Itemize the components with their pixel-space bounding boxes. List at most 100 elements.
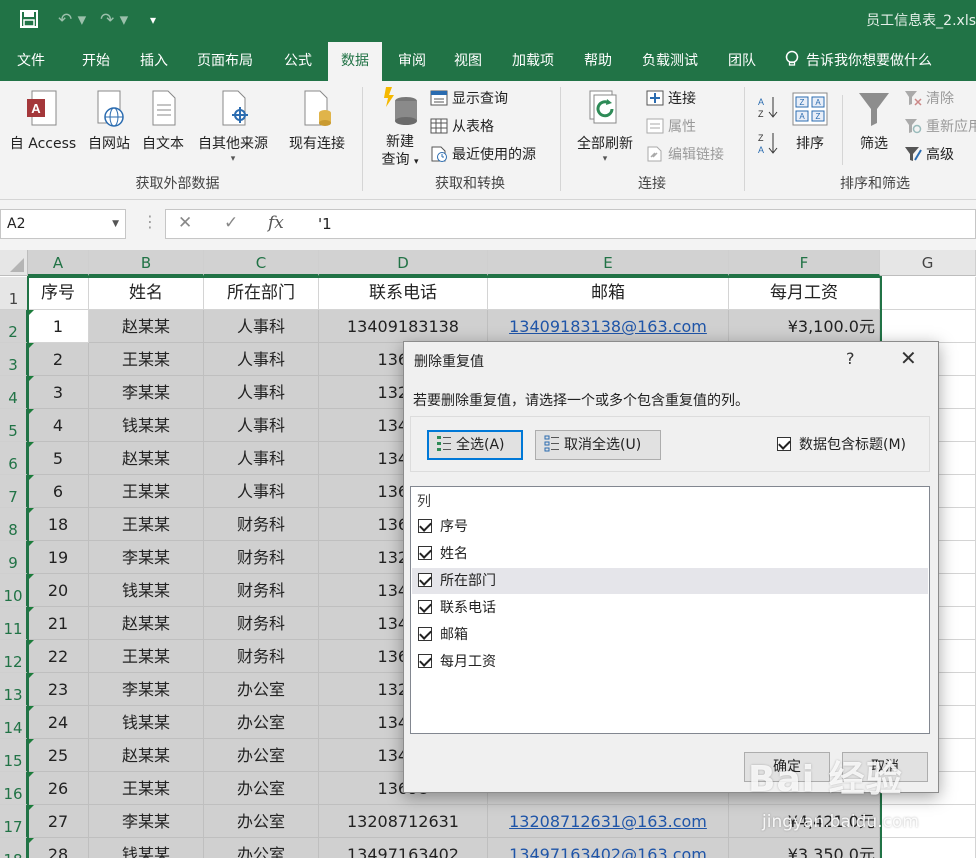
table-cell[interactable]: 办公室	[204, 673, 319, 706]
table-cell[interactable]: 李某某	[89, 805, 204, 838]
row-header[interactable]: 3	[0, 343, 28, 376]
table-cell[interactable]: 13208712631@163.com	[488, 805, 729, 838]
from-web-button[interactable]: 自网站	[84, 89, 134, 153]
recent-sources-button[interactable]: 最近使用的源	[430, 144, 536, 166]
table-cell[interactable]: 人事科	[204, 442, 319, 475]
table-cell[interactable]: 28	[28, 838, 89, 858]
from-text-button[interactable]: 自文本	[138, 89, 188, 153]
header-cell[interactable]: 所在部门	[204, 277, 319, 310]
from-access-button[interactable]: A 自 Access	[8, 89, 78, 153]
tab-page-layout[interactable]: 页面布局	[186, 42, 264, 81]
connections-button[interactable]: 连接	[646, 88, 696, 110]
table-cell[interactable]: 2	[28, 343, 89, 376]
table-cell[interactable]: 办公室	[204, 739, 319, 772]
header-cell[interactable]: 序号	[28, 277, 89, 310]
row-header[interactable]: 17	[0, 805, 28, 838]
column-list-item[interactable]: 邮箱	[412, 622, 928, 648]
table-cell[interactable]: 19	[28, 541, 89, 574]
table-cell[interactable]: 3	[28, 376, 89, 409]
row-header[interactable]: 14	[0, 706, 28, 739]
tab-formulas[interactable]: 公式	[270, 42, 326, 81]
table-cell[interactable]: 6	[28, 475, 89, 508]
save-icon[interactable]	[20, 10, 38, 33]
tab-review[interactable]: 审阅	[386, 42, 438, 81]
table-cell[interactable]: 王某某	[89, 343, 204, 376]
table-cell[interactable]: 13208712631	[319, 805, 488, 838]
properties-button[interactable]: 属性	[646, 116, 696, 138]
table-cell[interactable]: 钱某某	[89, 838, 204, 858]
edit-links-button[interactable]: 编辑链接	[646, 144, 724, 166]
table-cell[interactable]	[880, 838, 976, 858]
advanced-filter-button[interactable]: 高级	[904, 144, 954, 166]
chevron-down-icon[interactable]: ▼	[112, 210, 119, 238]
table-cell[interactable]: 钱某某	[89, 574, 204, 607]
table-cell[interactable]: 人事科	[204, 409, 319, 442]
table-cell[interactable]: 13497163402	[319, 838, 488, 858]
table-cell[interactable]	[880, 277, 976, 310]
row-header[interactable]: 13	[0, 673, 28, 706]
table-cell[interactable]	[880, 310, 976, 343]
checkbox-checked-icon[interactable]	[418, 600, 432, 614]
sort-button[interactable]: ZAAZ 排序	[788, 89, 832, 153]
column-list-item[interactable]: 联系电话	[412, 595, 928, 621]
tab-file[interactable]: 文件	[6, 42, 56, 81]
new-query-button[interactable]: 新建 查询 ▾	[374, 85, 426, 171]
table-cell[interactable]: 财务科	[204, 541, 319, 574]
header-cell[interactable]: 姓名	[89, 277, 204, 310]
tell-me-box[interactable]: 告诉我你想要做什么	[784, 42, 974, 81]
table-cell[interactable]: 20	[28, 574, 89, 607]
tab-view[interactable]: 视图	[442, 42, 494, 81]
table-cell[interactable]: 财务科	[204, 574, 319, 607]
checkbox-checked-icon[interactable]	[418, 546, 432, 560]
table-cell[interactable]: 1	[28, 310, 89, 343]
existing-connections-button[interactable]: 现有连接	[284, 89, 350, 153]
checkbox-checked-icon[interactable]	[418, 654, 432, 668]
tab-data[interactable]: 数据	[328, 42, 382, 81]
row-header[interactable]: 11	[0, 607, 28, 640]
table-cell[interactable]: 25	[28, 739, 89, 772]
table-cell[interactable]: ¥3,100.0元	[729, 310, 880, 343]
row-header[interactable]: 15	[0, 739, 28, 772]
columns-listbox[interactable]: 列 序号 姓名 所在部门 联系电话 邮箱 每月工资	[410, 486, 930, 734]
close-icon[interactable]: ✕	[900, 346, 917, 370]
table-cell[interactable]: 22	[28, 640, 89, 673]
sort-ascending-button[interactable]: AZ	[756, 95, 782, 123]
tab-team[interactable]: 团队	[716, 42, 768, 81]
table-cell[interactable]: 财务科	[204, 607, 319, 640]
table-cell[interactable]: 赵某某	[89, 310, 204, 343]
row-header[interactable]: 1	[0, 277, 28, 310]
column-list-item[interactable]: 每月工资	[412, 649, 928, 675]
table-cell[interactable]: 王某某	[89, 475, 204, 508]
from-other-sources-button[interactable]: 自其他来源 ▾	[192, 89, 274, 165]
table-cell[interactable]: 办公室	[204, 772, 319, 805]
enter-icon[interactable]: ✓	[224, 213, 238, 233]
table-cell[interactable]: 李某某	[89, 541, 204, 574]
select-all-corner[interactable]	[0, 250, 28, 276]
column-header[interactable]: C	[204, 250, 319, 276]
table-cell[interactable]: 李某某	[89, 673, 204, 706]
table-cell[interactable]: 4	[28, 409, 89, 442]
table-cell[interactable]: 办公室	[204, 805, 319, 838]
table-cell[interactable]: 26	[28, 772, 89, 805]
tab-load-test[interactable]: 负载测试	[630, 42, 710, 81]
from-table-button[interactable]: 从表格	[430, 116, 494, 138]
column-list-item[interactable]: 所在部门	[412, 568, 928, 594]
table-cell[interactable]: 13409183138	[319, 310, 488, 343]
table-cell[interactable]: 24	[28, 706, 89, 739]
redo-icon[interactable]: ↷ ▾	[100, 10, 128, 30]
column-header[interactable]: A	[28, 250, 89, 276]
row-header[interactable]: 16	[0, 772, 28, 805]
select-all-button[interactable]: 全选(A)	[427, 430, 523, 460]
refresh-all-button[interactable]: 全部刷新 ▾	[572, 87, 638, 165]
table-cell[interactable]: 王某某	[89, 640, 204, 673]
table-cell[interactable]: 办公室	[204, 706, 319, 739]
table-cell[interactable]: 王某某	[89, 772, 204, 805]
table-cell[interactable]: 赵某某	[89, 442, 204, 475]
help-icon[interactable]: ?	[846, 349, 855, 368]
checkbox-checked-icon[interactable]	[418, 627, 432, 641]
table-cell[interactable]: 23	[28, 673, 89, 706]
header-cell[interactable]: 邮箱	[488, 277, 729, 310]
table-cell[interactable]: 21	[28, 607, 89, 640]
table-cell[interactable]: 人事科	[204, 475, 319, 508]
customize-qat-icon[interactable]: ▾	[150, 13, 156, 27]
